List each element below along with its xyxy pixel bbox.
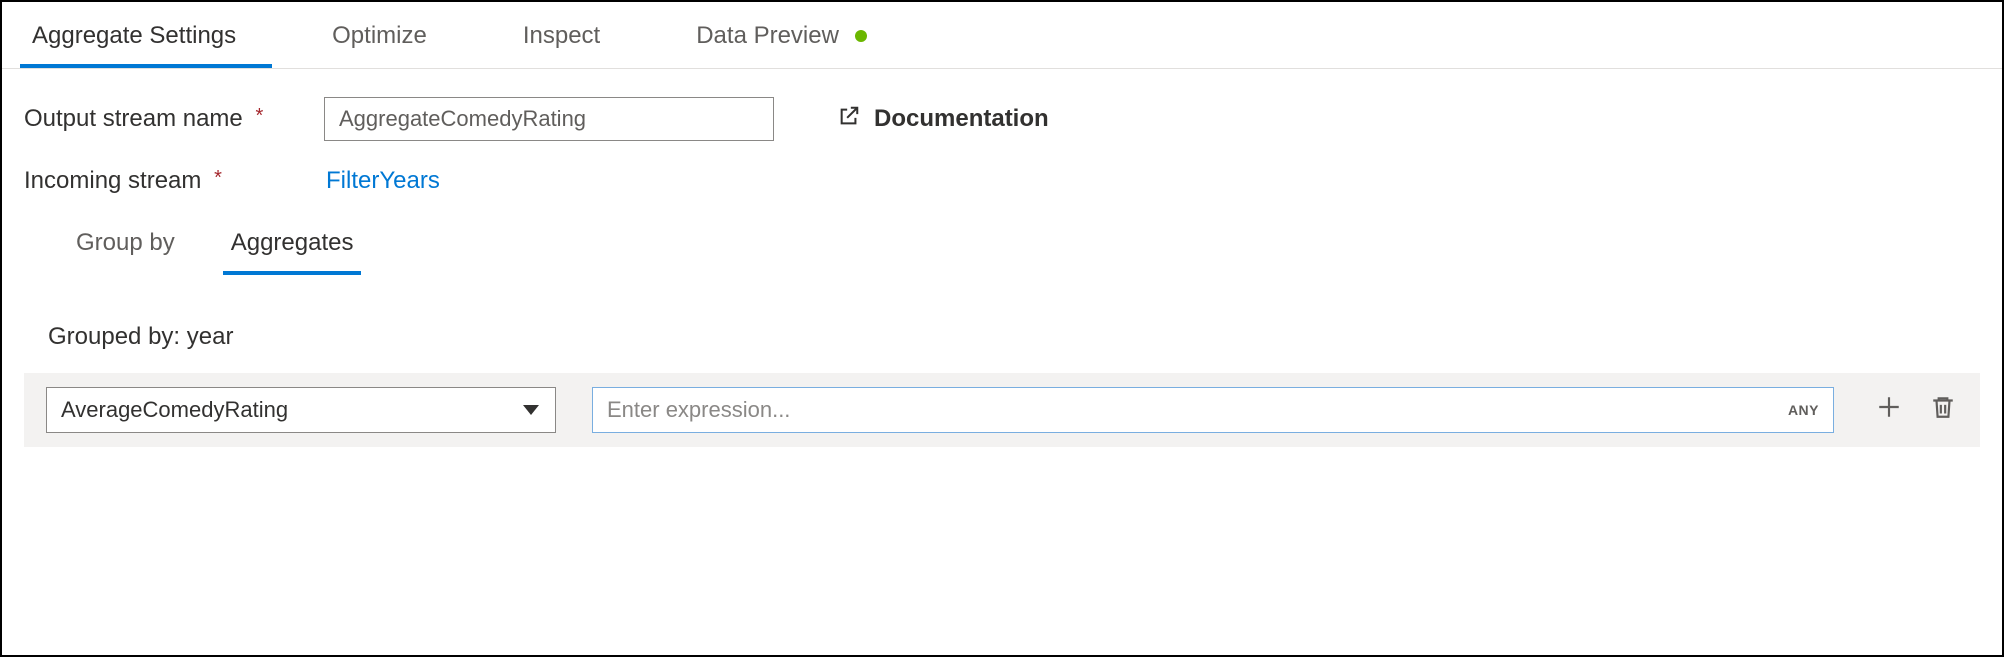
tab-aggregate-settings[interactable]: Aggregate Settings xyxy=(20,14,272,68)
aggregate-expression-row: AverageComedyRating Enter expression... … xyxy=(24,373,1980,447)
subtab-aggregates[interactable]: Aggregates xyxy=(223,221,362,275)
grouped-by-value: year xyxy=(187,323,234,350)
type-badge: ANY xyxy=(1788,402,1819,418)
label-text: Output stream name xyxy=(24,105,243,132)
tab-label: Optimize xyxy=(332,22,427,50)
trash-icon xyxy=(1930,394,1956,426)
add-button[interactable] xyxy=(1874,395,1904,425)
status-dot-icon xyxy=(855,30,867,42)
subtab-group-by[interactable]: Group by xyxy=(68,221,183,275)
tab-label: Inspect xyxy=(523,22,600,50)
output-stream-row: Output stream name * Documentation xyxy=(24,97,1980,141)
grouped-by-text: Grouped by: year xyxy=(24,323,1980,351)
incoming-stream-link[interactable]: FilterYears xyxy=(324,167,440,195)
incoming-stream-row: Incoming stream * FilterYears xyxy=(24,167,1980,195)
subtab-label: Aggregates xyxy=(231,229,354,256)
chevron-down-icon xyxy=(523,405,539,415)
row-actions xyxy=(1874,395,1958,425)
tab-inspect[interactable]: Inspect xyxy=(511,14,636,68)
documentation-link[interactable]: Documentation xyxy=(838,105,1049,134)
main-tabs: Aggregate Settings Optimize Inspect Data… xyxy=(2,2,2002,69)
required-star-icon: * xyxy=(214,167,222,189)
sub-tabs: Group by Aggregates xyxy=(24,221,1980,275)
tab-data-preview[interactable]: Data Preview xyxy=(684,14,903,68)
aggregate-column-select[interactable]: AverageComedyRating xyxy=(46,387,556,433)
open-external-icon xyxy=(838,105,860,134)
output-stream-label: Output stream name * xyxy=(24,105,324,133)
incoming-stream-label: Incoming stream * xyxy=(24,167,324,195)
label-text: Incoming stream xyxy=(24,167,201,194)
expression-input[interactable]: Enter expression... ANY xyxy=(592,387,1834,433)
content-area: Output stream name * Documentation Incom… xyxy=(2,69,2002,447)
tab-label: Data Preview xyxy=(696,22,839,50)
documentation-label: Documentation xyxy=(874,105,1049,133)
tab-label: Aggregate Settings xyxy=(32,22,236,50)
expression-placeholder: Enter expression... xyxy=(607,397,790,423)
grouped-by-prefix: Grouped by: xyxy=(48,323,187,350)
subtab-label: Group by xyxy=(76,229,175,256)
delete-button[interactable] xyxy=(1928,395,1958,425)
tab-optimize[interactable]: Optimize xyxy=(320,14,463,68)
output-stream-input[interactable] xyxy=(324,97,774,141)
column-select-value: AverageComedyRating xyxy=(61,397,288,423)
required-star-icon: * xyxy=(255,105,263,127)
plus-icon xyxy=(1876,394,1902,426)
